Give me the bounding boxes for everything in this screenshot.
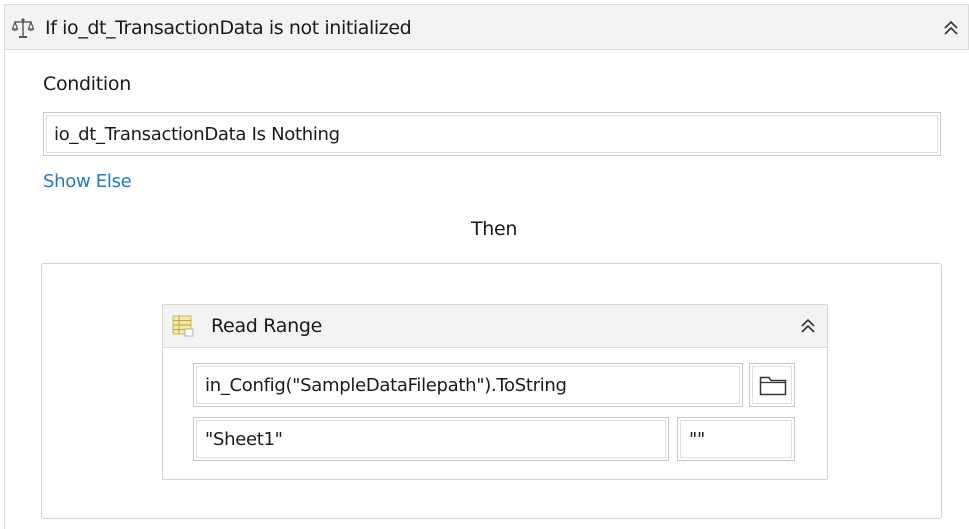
browse-file-button[interactable]	[749, 363, 795, 407]
if-activity[interactable]: If io_dt_TransactionData is not initiali…	[0, 0, 969, 529]
read-range-activity[interactable]: Read Range in_Config("SampleDataFilepath…	[162, 304, 828, 480]
collapse-if-button[interactable]	[940, 17, 962, 39]
workbook-path-input[interactable]: in_Config("SampleDataFilepath").ToString	[193, 363, 743, 407]
then-drop-area[interactable]: Read Range in_Config("SampleDataFilepath…	[41, 263, 942, 519]
then-label: Then	[471, 218, 518, 240]
if-activity-header[interactable]: If io_dt_TransactionData is not initiali…	[4, 4, 969, 50]
sheet-name-value[interactable]: "Sheet1"	[196, 420, 666, 458]
if-activity-body: Condition io_dt_TransactionData Is Nothi…	[4, 49, 969, 529]
excel-sheet-icon	[171, 314, 195, 338]
if-activity-title: If io_dt_TransactionData is not initiali…	[45, 17, 412, 39]
condition-label: Condition	[43, 73, 131, 95]
range-input[interactable]: ""	[677, 417, 795, 461]
condition-input[interactable]: io_dt_TransactionData Is Nothing	[43, 112, 941, 156]
double-chevron-up-icon	[801, 318, 815, 333]
collapse-read-range-button[interactable]	[797, 315, 819, 337]
read-range-header[interactable]: Read Range	[163, 305, 827, 348]
if-scale-icon	[11, 16, 35, 40]
double-chevron-up-icon	[944, 20, 958, 35]
show-else-link[interactable]: Show Else	[43, 171, 132, 192]
range-value[interactable]: ""	[680, 420, 792, 458]
condition-value[interactable]: io_dt_TransactionData Is Nothing	[46, 115, 938, 153]
workbook-path-value[interactable]: in_Config("SampleDataFilepath").ToString	[196, 366, 740, 404]
sheet-name-input[interactable]: "Sheet1"	[193, 417, 669, 461]
folder-icon	[759, 376, 787, 396]
read-range-title: Read Range	[211, 315, 323, 337]
